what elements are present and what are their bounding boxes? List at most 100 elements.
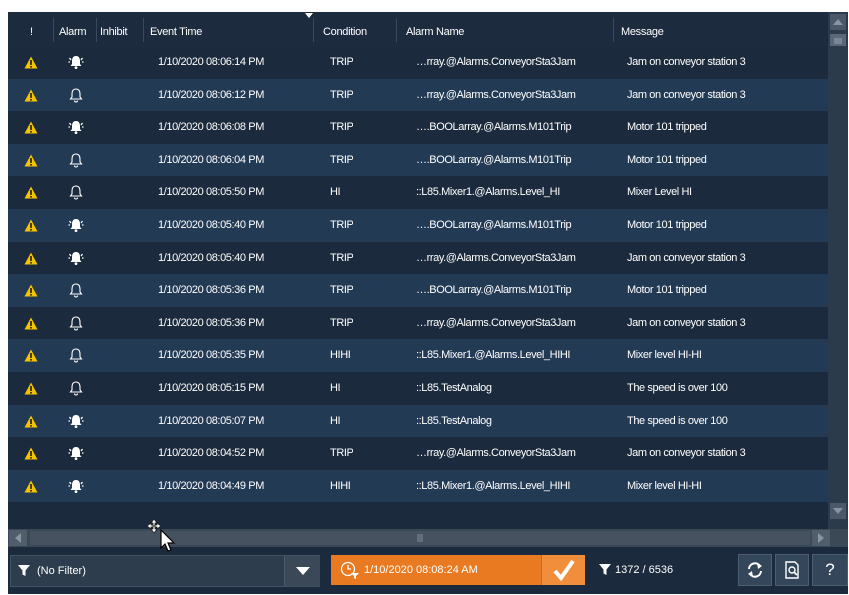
bell-outline-icon	[69, 381, 83, 396]
column-header-inhibit[interactable]: Inhibit	[100, 12, 128, 46]
scroll-up-button[interactable]	[830, 14, 846, 30]
cell-message: Jam on conveyor station 3	[627, 56, 746, 68]
acknowledge-time: 1/10/2020 08:08:24 AM	[364, 564, 478, 576]
cell-alarm-name: …rray.@Alarms.ConveyorSta3Jam	[416, 88, 576, 101]
column-header-event-time[interactable]: Event Time	[150, 12, 202, 46]
warning-triangle-icon	[24, 349, 38, 362]
cell-event-time: 1/10/2020 08:05:50 PM	[158, 186, 264, 199]
cell-alarm-name: …rray.@Alarms.ConveyorSta3Jam	[416, 56, 576, 68]
mouse-cursor-icon	[148, 518, 176, 552]
cell-alarm-name: ::L85.TestAnalog	[416, 381, 492, 394]
scroll-down-button[interactable]	[830, 503, 846, 519]
refresh-icon	[748, 562, 762, 578]
cell-alarm-name: …rray.@Alarms.ConveyorSta3Jam	[416, 447, 576, 460]
table-row[interactable]: 1/10/2020 08:05:50 PM HI::L85.Mixer1.@Ala…	[8, 176, 828, 209]
column-divider[interactable]	[143, 18, 144, 42]
table-row[interactable]: 1/10/2020 08:05:35 PM HIHI::L85.Mixer1.@A…	[8, 339, 828, 372]
column-header-alarm-name[interactable]: Alarm Name	[406, 12, 464, 46]
table-row[interactable]: 1/10/2020 08:05:40 PM TRIP …rray.@Alarms.C…	[8, 241, 828, 275]
ringing-bell-icon	[68, 251, 84, 265]
alarm-table: ! Alarm Inhibit Event Time Condition Ala…	[8, 12, 828, 529]
triangle-down-icon	[833, 508, 843, 514]
cell-event-time: 1/10/2020 08:05:40 PM	[158, 251, 264, 264]
cell-condition: HI	[330, 414, 341, 427]
table-row[interactable]: 1/10/2020 08:05:36 PM TRIP ….BOOLarray.@Al…	[8, 274, 828, 307]
table-row[interactable]: 1/10/2020 08:04:52 PM TRIP …rray.@Alarms.C…	[8, 437, 828, 470]
triangle-left-icon	[15, 533, 21, 543]
cell-event-time: 1/10/2020 08:05:36 PM	[158, 316, 264, 329]
cell-message: Jam on conveyor station 3	[627, 251, 746, 264]
column-divider[interactable]	[396, 18, 397, 42]
scroll-left-button[interactable]	[9, 530, 27, 546]
cell-message: Jam on conveyor station 3	[627, 447, 746, 460]
cell-condition: TRIP	[330, 316, 354, 329]
warning-triangle-icon	[24, 252, 38, 265]
cell-message: Mixer level HI-HI	[627, 349, 702, 362]
cell-condition: TRIP	[330, 218, 354, 231]
warning-triangle-icon	[24, 447, 38, 460]
acknowledge-button[interactable]	[541, 555, 585, 585]
acknowledge-time-bar[interactable]: 1/10/2020 08:08:24 AM	[331, 555, 585, 585]
column-divider[interactable]	[53, 18, 54, 42]
cell-condition: TRIP	[330, 251, 354, 264]
column-divider[interactable]	[313, 18, 314, 42]
table-row[interactable]: 1/10/2020 08:04:49 PM HIHI::L85.Mixer1.@A…	[8, 469, 828, 503]
table-row[interactable]: 1/10/2020 08:06:04 PM TRIP ….BOOLarray.@Al…	[8, 143, 828, 177]
table-row[interactable]: 1/10/2020 08:06:08 PM TRIP ….BOOLarray.@Al…	[8, 111, 828, 144]
filter-dropdown-button[interactable]	[284, 556, 320, 586]
alarm-count: 1372 / 6536	[615, 564, 674, 576]
cell-message: Mixer Level HI	[627, 186, 692, 199]
grip-lines-icon	[417, 534, 423, 542]
filter-dropdown[interactable]: (No Filter)	[10, 555, 320, 587]
warning-triangle-icon	[24, 89, 38, 102]
scroll-right-button[interactable]	[812, 530, 830, 546]
cell-alarm-name: …rray.@Alarms.ConveyorSta3Jam	[416, 316, 576, 329]
column-header-message[interactable]: Message	[621, 12, 664, 46]
column-header-condition[interactable]: Condition	[323, 12, 367, 46]
cell-event-time: 1/10/2020 08:05:40 PM	[158, 218, 264, 231]
alarm-summary-panel: ! Alarm Inhibit Event Time Condition Ala…	[8, 12, 848, 594]
table-row[interactable]: 1/10/2020 08:05:36 PM TRIP …rray.@Alarms.C…	[8, 306, 828, 340]
clock-funnel-icon	[340, 561, 359, 579]
document-search-icon	[785, 561, 799, 579]
cell-alarm-name: …rray.@Alarms.ConveyorSta3Jam	[416, 251, 576, 264]
refresh-button[interactable]	[738, 554, 772, 586]
cell-alarm-name: ::L85.Mixer1.@Alarms.Level_HIHI	[416, 349, 571, 362]
horizontal-scroll-thumb[interactable]	[30, 531, 810, 545]
chevron-down-icon	[296, 567, 310, 575]
column-header-severity[interactable]: !	[30, 12, 33, 46]
cell-alarm-name: ….BOOLarray.@Alarms.M101Trip	[416, 153, 572, 166]
column-divider[interactable]	[96, 18, 97, 42]
cell-event-time: 1/10/2020 08:06:04 PM	[158, 153, 264, 166]
column-header-alarm[interactable]: Alarm	[59, 12, 87, 46]
cell-message: Mixer level HI-HI	[627, 479, 702, 492]
table-row[interactable]: 1/10/2020 08:05:07 PM HI::L85.TestAnalog T…	[8, 404, 828, 438]
help-button[interactable]: ?	[812, 554, 848, 586]
ringing-bell-icon	[68, 121, 84, 135]
cell-event-time: 1/10/2020 08:04:52 PM	[158, 447, 264, 460]
table-header: ! Alarm Inhibit Event Time Condition Ala…	[8, 12, 828, 46]
grip-lines-icon	[834, 38, 842, 44]
bell-outline-icon	[69, 88, 83, 103]
cell-message: Motor 101 tripped	[627, 153, 707, 166]
vertical-scrollbar[interactable]	[828, 12, 848, 529]
table-row[interactable]: 1/10/2020 08:06:12 PM TRIP …rray.@Alarms.C…	[8, 78, 828, 112]
bell-outline-icon	[69, 348, 83, 363]
table-row[interactable]: 1/10/2020 08:05:15 PM HI::L85.TestAnalog T…	[8, 371, 828, 405]
details-button[interactable]	[775, 554, 809, 586]
table-row[interactable]: 1/10/2020 08:05:40 PM TRIP ….BOOLarray.@Al…	[8, 208, 828, 242]
ringing-bell-icon	[68, 414, 84, 428]
horizontal-scrollbar[interactable]	[8, 529, 848, 547]
column-divider[interactable]	[613, 18, 614, 42]
cell-message: Motor 101 tripped	[627, 121, 707, 134]
cell-message: Motor 101 tripped	[627, 284, 707, 297]
cell-condition: HIHI	[330, 479, 351, 492]
warning-triangle-icon	[24, 56, 38, 69]
cell-event-time: 1/10/2020 08:05:07 PM	[158, 414, 264, 427]
scroll-thumb[interactable]	[830, 34, 846, 46]
funnel-icon	[18, 565, 30, 576]
table-row[interactable]: 1/10/2020 08:06:14 PM TRIP …rray.@Alarms.C…	[8, 46, 828, 79]
help-label: ?	[825, 560, 835, 579]
cell-condition: TRIP	[330, 121, 354, 134]
triangle-right-icon	[818, 533, 824, 543]
